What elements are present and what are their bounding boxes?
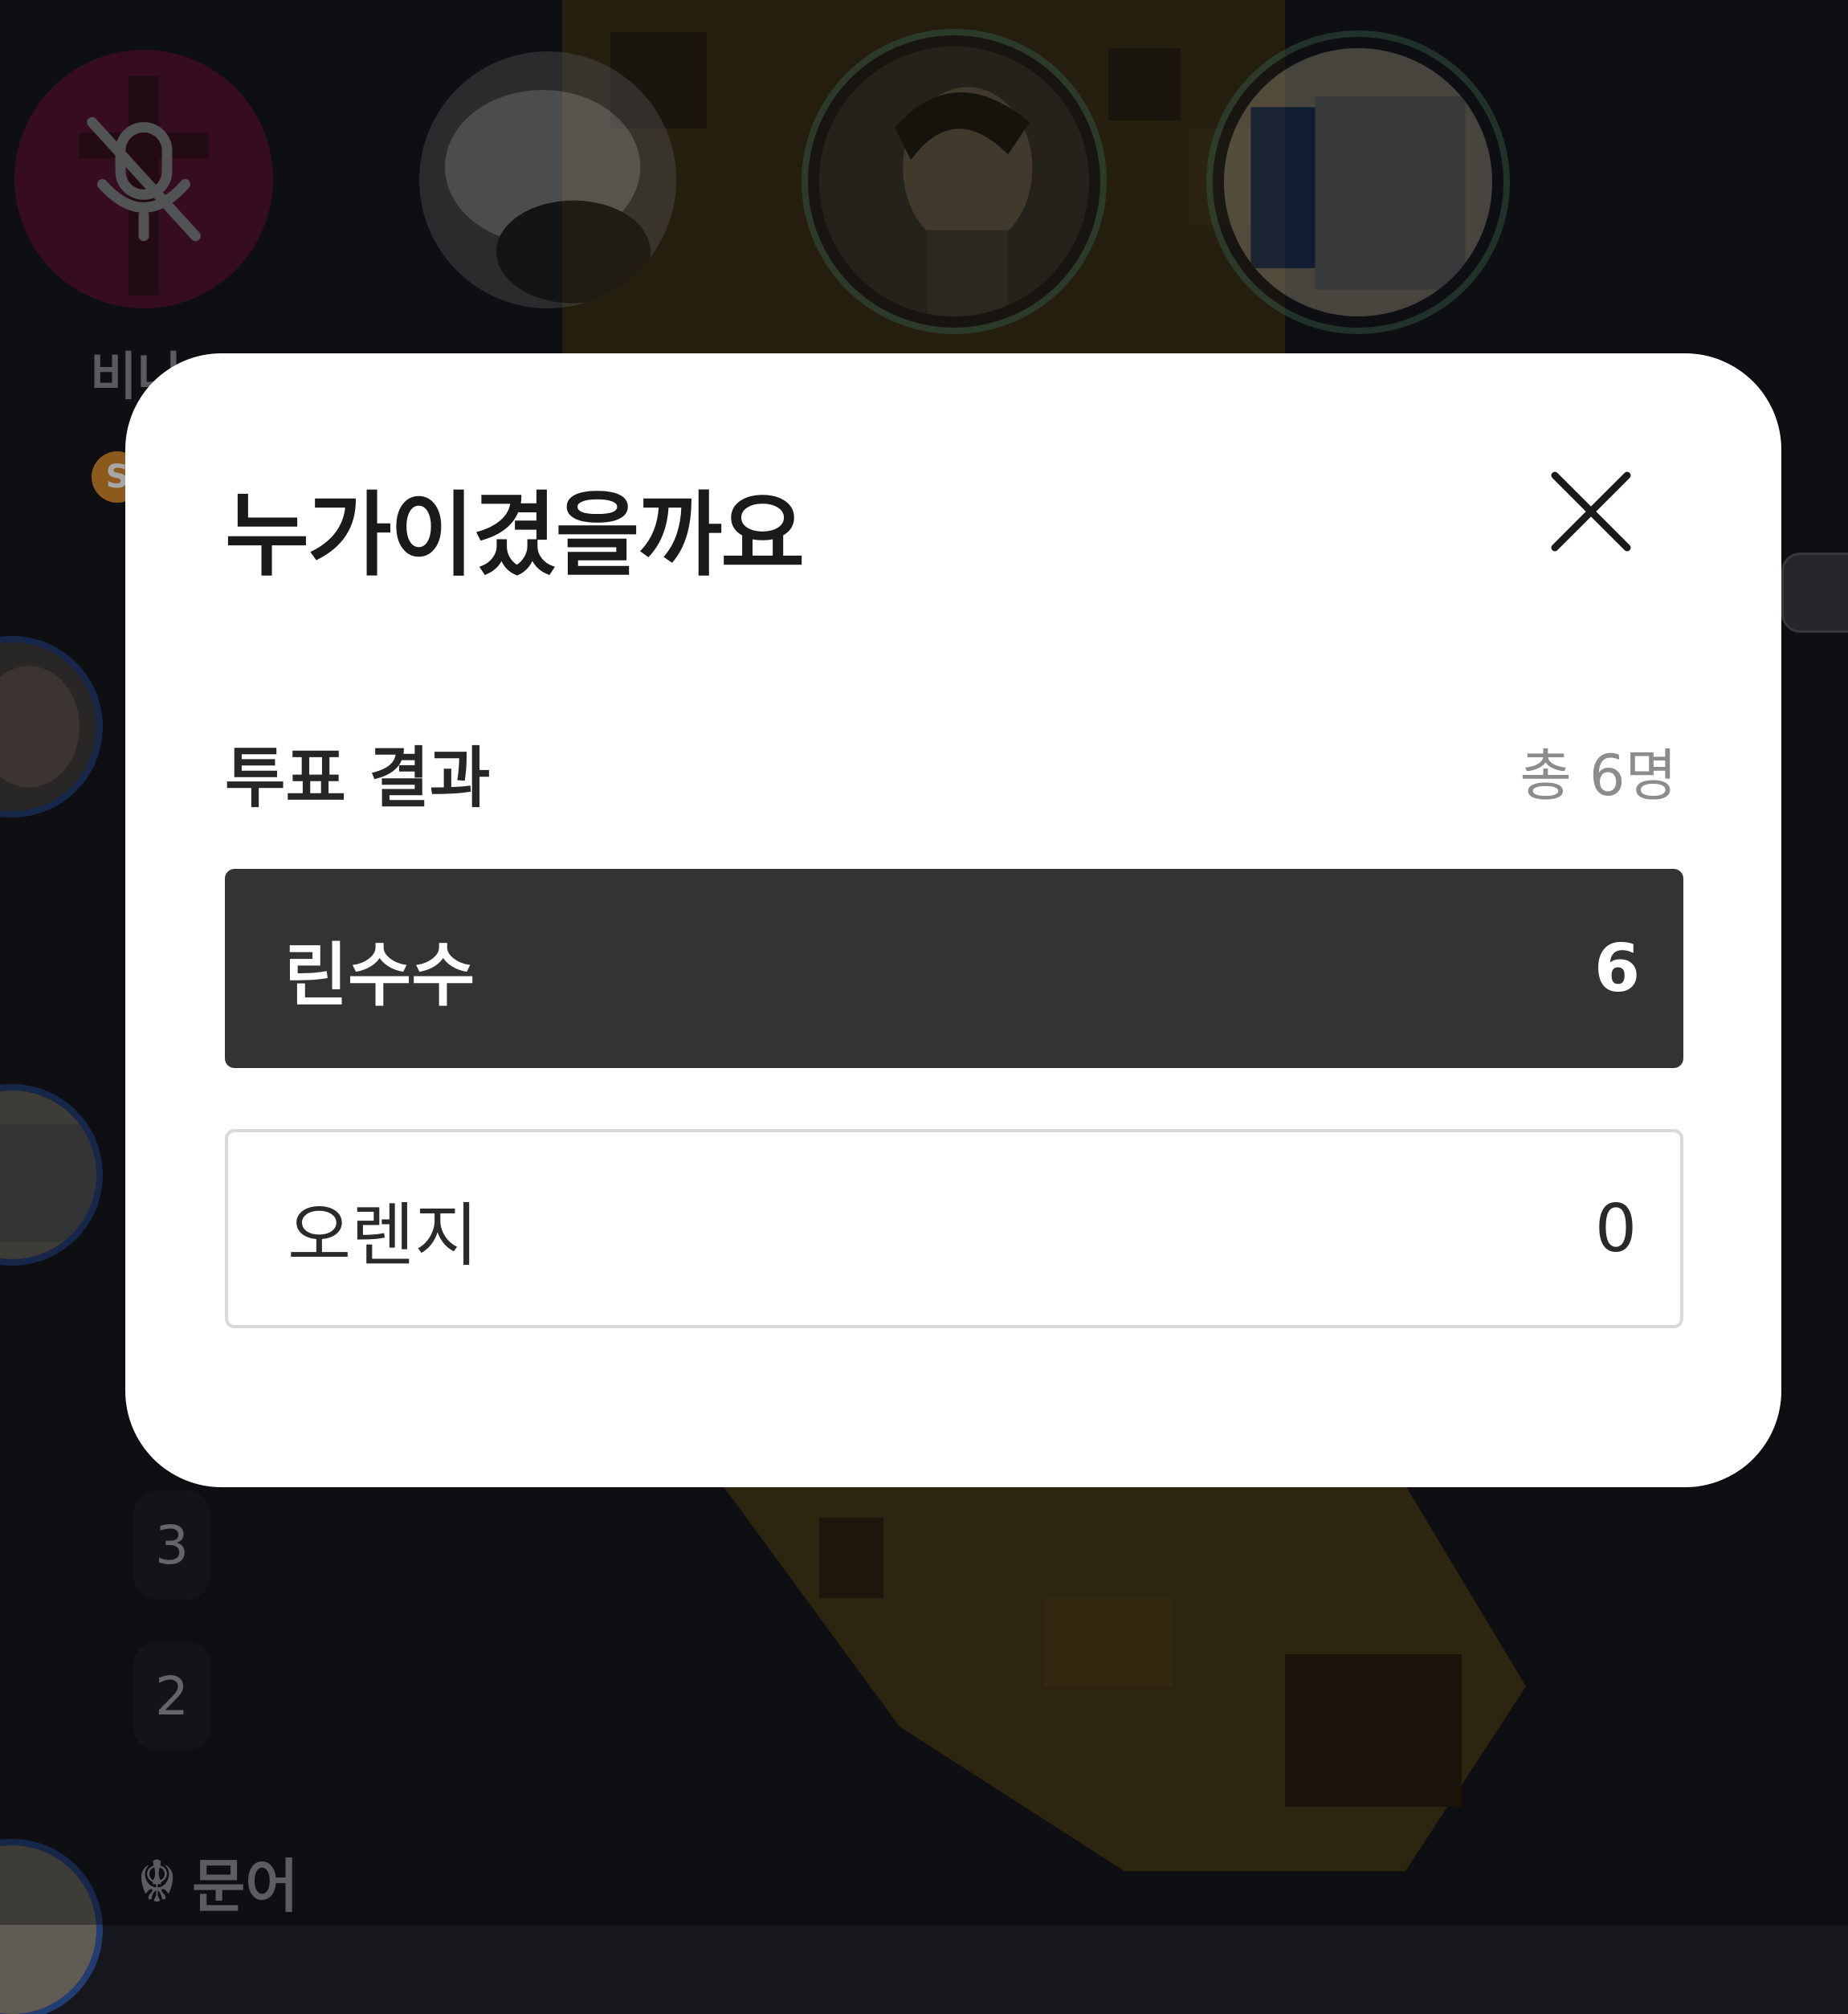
close-button[interactable] [1547,467,1635,556]
total-votes: 총 6명 [1520,743,1677,809]
option-label: 린수수 [284,935,475,1016]
option-label: 오렌지 [288,1195,479,1276]
poll-option[interactable]: 오렌지 0 [225,1129,1683,1328]
poll-result-modal: 누가이겼을까요 투표 결과 총 6명 린수수 6 오렌지 0 [125,353,1781,1487]
vote-results-heading: 투표 결과 [225,740,491,817]
close-icon [1551,471,1631,552]
poll-option-winner[interactable]: 린수수 6 [225,869,1683,1068]
modal-title: 누가이겼을까요 [225,482,805,589]
option-vote-count: 6 [1593,930,1640,1007]
option-vote-count: 0 [1594,1190,1637,1267]
